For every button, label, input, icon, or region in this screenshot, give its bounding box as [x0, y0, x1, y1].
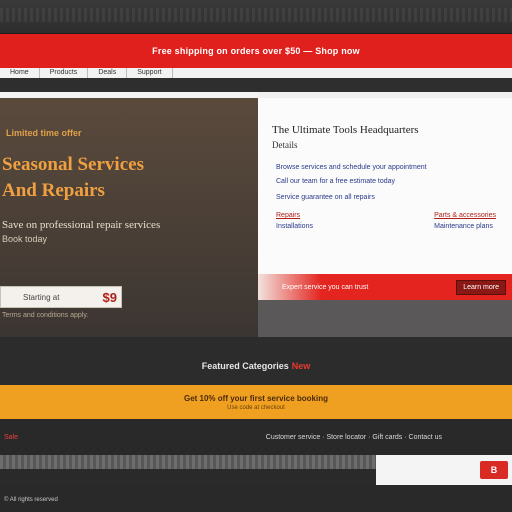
hero-subline: Save on professional repair services — [2, 219, 161, 231]
info-card-col-left: Repairs Installations — [276, 210, 313, 232]
hero-eyebrow: Limited time offer — [6, 128, 82, 138]
offer-main-text: Get 10% off your first service booking — [183, 393, 329, 403]
toolbar-texture — [0, 8, 512, 22]
offer-banner[interactable]: Get 10% off your first service booking U… — [0, 385, 512, 419]
promo-banner[interactable]: Free shipping on orders over $50 — Shop … — [0, 34, 512, 68]
info-card: The Ultimate Tools Headquarters Details … — [258, 92, 512, 300]
hero-headline-1: Seasonal Services — [2, 154, 144, 175]
footer-links[interactable]: Customer service · Store locator · Gift … — [266, 434, 442, 441]
learn-more-button[interactable]: Learn more — [456, 279, 506, 295]
section-badge: New — [291, 361, 311, 371]
hero-banner[interactable]: Limited time offer Seasonal Services And… — [0, 92, 258, 337]
footer-copyright: © All rights reserved — [0, 485, 512, 512]
info-card-footer: Expert service you can trust Learn more — [258, 274, 512, 300]
nav-item-products[interactable]: Products — [40, 68, 89, 78]
info-link[interactable]: Repairs — [276, 210, 313, 221]
footer-logo-box: B — [376, 455, 512, 485]
info-card-line[interactable]: Browse services and schedule your appoin… — [276, 164, 427, 171]
nav-item-support[interactable]: Support — [127, 68, 173, 78]
info-card-line[interactable]: Call our team for a free estimate today — [276, 178, 395, 185]
hero-price-button[interactable]: Starting at $9 — [0, 286, 122, 308]
info-card-footer-text: Expert service you can trust — [282, 283, 369, 291]
nav-item-home[interactable]: Home — [0, 68, 40, 78]
hero-fineprint: Terms and conditions apply. — [2, 312, 89, 319]
info-link[interactable]: Parts & accessories — [434, 210, 496, 221]
info-panel: The Ultimate Tools Headquarters Details … — [258, 92, 512, 337]
footer-sale-link[interactable]: Sale — [4, 434, 18, 441]
hero-subline-2: Book today — [2, 234, 48, 244]
price-value: $9 — [102, 289, 117, 305]
brand-logo[interactable]: B — [480, 461, 508, 479]
section-header: Featured Categories New — [0, 337, 512, 385]
info-card-columns: Repairs Installations Parts & accessorie… — [276, 210, 496, 232]
hero-headline-2: And Repairs — [2, 180, 105, 201]
info-link[interactable]: Maintenance plans — [434, 223, 493, 230]
main-nav: Home Products Deals Support — [0, 68, 512, 78]
info-card-line[interactable]: Service guarantee on all repairs — [276, 194, 375, 201]
info-link[interactable]: Installations — [276, 223, 313, 230]
price-label: Starting at — [23, 292, 60, 302]
footer-texture-strip — [0, 455, 376, 469]
info-card-col-right: Parts & accessories Maintenance plans — [434, 210, 496, 232]
section-title: Featured Categories — [201, 361, 289, 371]
footer-links-row: Sale Customer service · Store locator · … — [0, 419, 512, 455]
nav-divider-band — [0, 78, 512, 92]
copyright-text: © All rights reserved — [4, 497, 58, 503]
promo-banner-text: Free shipping on orders over $50 — Shop … — [152, 46, 360, 56]
browser-toolbar — [0, 0, 512, 34]
info-card-title: The Ultimate Tools Headquarters — [272, 124, 419, 136]
info-card-subtitle: Details — [272, 140, 298, 150]
nav-item-deals[interactable]: Deals — [88, 68, 128, 78]
offer-sub-text: Use code at checkout — [227, 404, 285, 411]
